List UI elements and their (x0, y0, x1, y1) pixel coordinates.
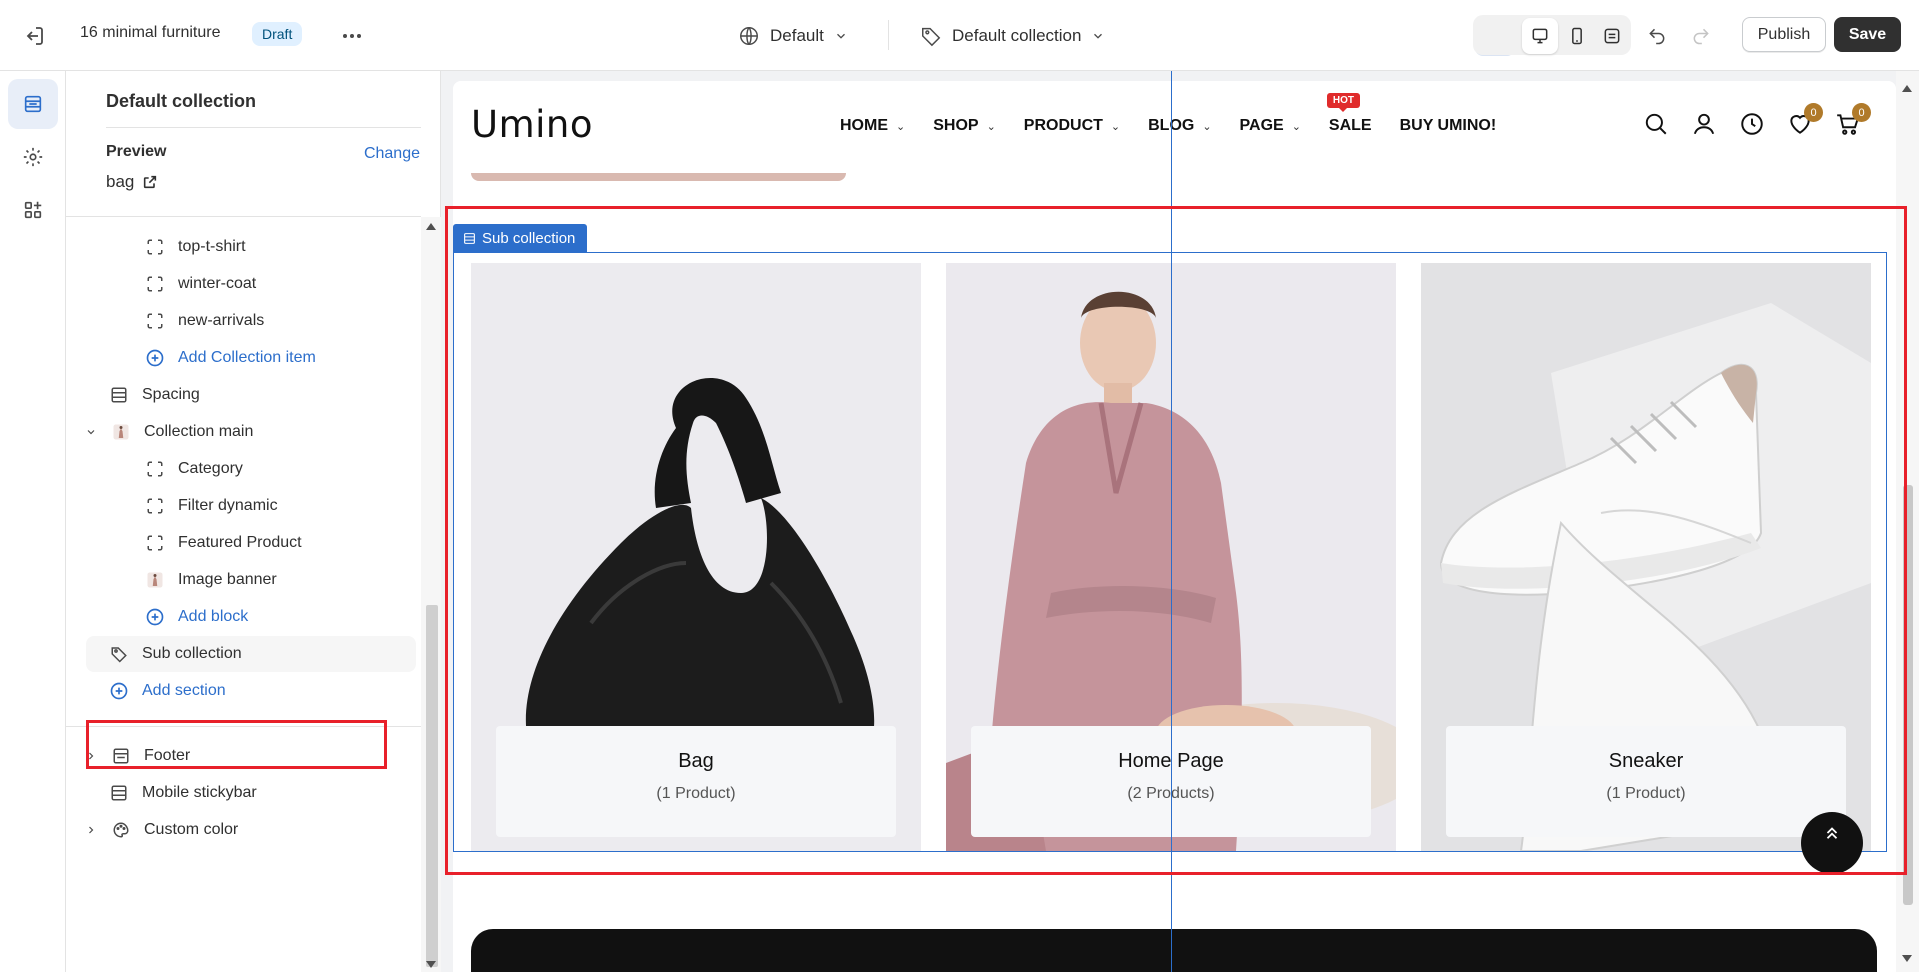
highlight-sub-collection-section (445, 206, 1907, 875)
settings-gear-icon[interactable] (8, 132, 58, 182)
add-collection-item-button[interactable]: Add Collection item (144, 340, 316, 376)
tree-item-label: Add block (178, 608, 249, 625)
tree-item-label: Collection main (144, 423, 254, 440)
tree-item-collection-main[interactable]: Collection main (84, 414, 253, 450)
redo-icon[interactable] (1685, 20, 1717, 52)
save-button[interactable]: Save (1834, 17, 1901, 52)
divider (106, 127, 421, 128)
tree-item-label: Custom color (144, 821, 239, 838)
desktop-view-icon[interactable] (1522, 18, 1558, 54)
locale-dropdown[interactable]: Default (738, 22, 848, 50)
scroll-down-arrow-icon[interactable] (1902, 955, 1912, 962)
section-icon (108, 384, 130, 406)
editor-topbar: 16 minimal furniture Draft Default Defau… (0, 0, 1919, 71)
plus-circle-icon (144, 606, 166, 628)
publish-button[interactable]: Publish (1742, 17, 1826, 52)
tree-item-image-banner[interactable]: Image banner (144, 562, 277, 598)
tag-icon (920, 25, 942, 47)
tree-item-label: Add section (142, 682, 226, 699)
tree-item-mobile-stickybar[interactable]: Mobile stickybar (108, 775, 257, 811)
block-dashed-icon (144, 273, 166, 295)
tree-item-label: Mobile stickybar (142, 784, 257, 801)
preview-label: Preview (106, 143, 167, 160)
add-section-button[interactable]: Add section (108, 673, 226, 709)
undo-icon[interactable] (1641, 20, 1673, 52)
tree-item-label: Featured Product (178, 534, 302, 551)
chevron-right-icon (84, 819, 98, 841)
exit-icon[interactable] (22, 24, 46, 48)
tree-item-label: Filter dynamic (178, 497, 278, 514)
block-dashed-icon (144, 532, 166, 554)
globe-icon (738, 25, 760, 47)
highlight-sub-collection-item (86, 720, 387, 769)
block-dashed-icon (144, 458, 166, 480)
mobile-view-icon[interactable] (1561, 20, 1593, 52)
preview-value[interactable]: bag (106, 172, 158, 192)
more-actions-icon[interactable] (340, 24, 364, 48)
block-dashed-icon (144, 236, 166, 258)
sidebar-scrollbar[interactable] (421, 217, 441, 972)
image-thumb-icon (144, 569, 166, 591)
plus-circle-icon (108, 680, 130, 702)
template-dropdown[interactable]: Default collection (920, 22, 1105, 50)
scroll-down-arrow-icon[interactable] (426, 961, 436, 968)
store-title: 16 minimal furniture (80, 24, 221, 41)
template-label: Default collection (952, 26, 1082, 45)
preview-value-text: bag (106, 172, 135, 191)
divider (888, 20, 889, 50)
tree-item-label: Image banner (178, 571, 277, 588)
tree-item-label: new-arrivals (178, 312, 265, 329)
sidebar-panel: Default collection Preview Change bag to… (66, 71, 441, 972)
scroll-up-arrow-icon[interactable] (1902, 85, 1912, 92)
tree-item-label: Category (178, 460, 243, 477)
scrollbar-thumb[interactable] (426, 605, 438, 967)
chevron-down-icon (84, 421, 98, 443)
add-block-button[interactable]: Add block (144, 599, 248, 635)
tree-item-filter-dynamic[interactable]: Filter dynamic (144, 488, 278, 524)
tree-item-new-arrivals[interactable]: new-arrivals (144, 303, 264, 339)
tree-item-custom-color[interactable]: Custom color (84, 812, 238, 848)
tree-item-winter-coat[interactable]: winter-coat (144, 266, 256, 302)
apps-icon[interactable] (8, 185, 58, 235)
tree-item-featured-product[interactable]: Featured Product (144, 525, 302, 561)
image-thumb-icon (110, 421, 132, 443)
chevron-down-icon (834, 29, 848, 43)
panel-heading: Default collection (106, 91, 257, 111)
tag-icon (108, 643, 130, 665)
scroll-up-arrow-icon[interactable] (426, 223, 436, 230)
tree-item-label: Add Collection item (178, 349, 316, 366)
fullscreen-view-icon[interactable] (1596, 20, 1628, 52)
status-badge: Draft (252, 22, 303, 46)
tree-item-spacing[interactable]: Spacing (108, 377, 200, 413)
block-dashed-icon (144, 310, 166, 332)
tree-item-label: Spacing (142, 386, 200, 403)
chevron-down-icon (1091, 29, 1105, 43)
tree-item-label: Sub collection (142, 645, 242, 662)
tree-item-label: top-t-shirt (178, 238, 246, 255)
change-preview-link[interactable]: Change (364, 145, 420, 163)
plus-circle-icon (144, 347, 166, 369)
block-dashed-icon (144, 495, 166, 517)
external-link-icon (142, 174, 158, 190)
next-section-preview (471, 929, 1877, 972)
tree-item-sub-collection[interactable]: Sub collection (86, 636, 416, 672)
sections-icon[interactable] (8, 79, 58, 129)
tree-item-top-t-shirt[interactable]: top-t-shirt (144, 229, 246, 265)
locale-label: Default (770, 26, 824, 45)
section-icon (108, 782, 130, 804)
tree-item-label: winter-coat (178, 275, 257, 292)
tree-item-category[interactable]: Category (144, 451, 243, 487)
palette-icon (110, 819, 132, 841)
section-tree: top-t-shirt winter-coat new-arrivals Add… (66, 217, 421, 972)
left-rail (0, 71, 66, 972)
